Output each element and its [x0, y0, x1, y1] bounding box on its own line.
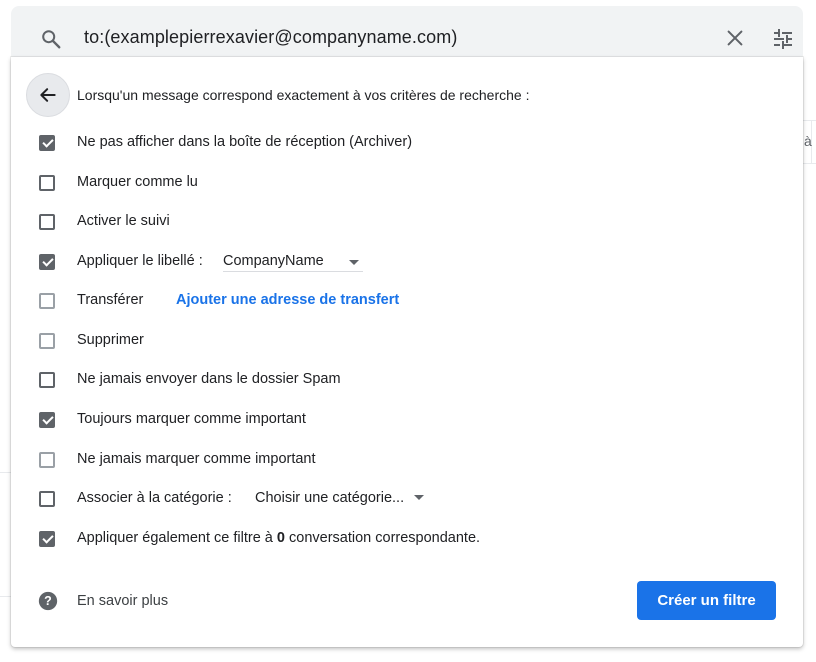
option-row-apply-existing: Appliquer également ce filtre à 0 conver… [11, 525, 791, 555]
star-label: Activer le suivi [77, 213, 170, 229]
apply-existing-text-before: Appliquer également ce filtre à [77, 530, 273, 546]
option-row-archive: Ne pas afficher dans la boîte de récepti… [11, 129, 791, 159]
help-icon[interactable]: ? [38, 591, 58, 611]
close-icon[interactable] [724, 27, 746, 49]
never-spam-label: Ne jamais envoyer dans le dossier Spam [77, 371, 341, 387]
background-text: à [804, 133, 812, 149]
option-row-star: Activer le suivi [11, 208, 791, 238]
apply-existing-count: 0 [276, 530, 285, 546]
forward-label: Transférer [77, 292, 144, 308]
option-row-never-important: Ne jamais marquer comme important [11, 446, 791, 476]
never-important-label: Ne jamais marquer comme important [77, 451, 316, 467]
search-icon[interactable] [40, 28, 62, 50]
filter-panel: Lorsqu'un message correspond exactement … [11, 57, 803, 647]
apply-existing-label: Appliquer également ce filtre à 0 conver… [77, 530, 480, 546]
option-row-category: Associer à la catégorie : Choisir une ca… [11, 485, 791, 515]
search-input[interactable]: to:(examplepierrexavier@companyname.com) [84, 27, 457, 48]
always-important-label: Toujours marquer comme important [77, 411, 306, 427]
category-select-value: Choisir une catégorie... [255, 490, 405, 506]
category-label: Associer à la catégorie : [77, 490, 232, 506]
tune-icon[interactable] [771, 27, 795, 51]
label-select-value: CompanyName [223, 253, 324, 269]
delete-checkbox[interactable] [39, 333, 55, 349]
never-important-checkbox[interactable] [39, 452, 55, 468]
background-divider [803, 163, 816, 164]
option-row-forward: Transférer Ajouter une adresse de transf… [11, 287, 791, 317]
apply-label-label: Appliquer le libellé : [77, 253, 203, 269]
star-checkbox[interactable] [39, 214, 55, 230]
chevron-down-icon [349, 260, 359, 265]
forward-checkbox[interactable] [39, 293, 55, 309]
arrow-back-icon [40, 88, 56, 102]
search-bar[interactable]: to:(examplepierrexavier@companyname.com) [11, 6, 803, 58]
chevron-down-icon [414, 494, 425, 500]
create-filter-button[interactable]: Créer un filtre [637, 581, 776, 620]
option-row-delete: Supprimer [11, 327, 791, 357]
background-divider [803, 120, 816, 121]
category-checkbox[interactable] [39, 491, 55, 507]
archive-label: Ne pas afficher dans la boîte de récepti… [77, 134, 413, 150]
apply-label-checkbox[interactable] [39, 254, 55, 270]
label-select[interactable]: CompanyName [223, 253, 363, 272]
background-divider [0, 472, 11, 473]
mark-read-label: Marquer comme lu [77, 174, 198, 190]
back-button[interactable] [26, 73, 70, 117]
archive-checkbox[interactable] [39, 135, 55, 151]
apply-existing-checkbox[interactable] [39, 531, 55, 547]
svg-text:?: ? [44, 594, 52, 608]
option-row-never-spam: Ne jamais envoyer dans le dossier Spam [11, 366, 791, 396]
category-select[interactable]: Choisir une catégorie... [255, 490, 425, 506]
always-important-checkbox[interactable] [39, 412, 55, 428]
learn-more-link[interactable]: En savoir plus [77, 593, 168, 609]
option-row-mark-read: Marquer comme lu [11, 169, 791, 199]
background-divider [0, 596, 11, 597]
never-spam-checkbox[interactable] [39, 372, 55, 388]
mark-read-checkbox[interactable] [39, 175, 55, 191]
option-row-always-important: Toujours marquer comme important [11, 406, 791, 436]
panel-header: Lorsqu'un message correspond exactement … [77, 87, 530, 103]
apply-existing-text-after: conversation correspondante. [289, 530, 481, 546]
option-row-apply-label: Appliquer le libellé : CompanyName [11, 248, 791, 278]
delete-label: Supprimer [77, 332, 144, 348]
add-forwarding-address-link[interactable]: Ajouter une adresse de transfert [176, 292, 399, 308]
